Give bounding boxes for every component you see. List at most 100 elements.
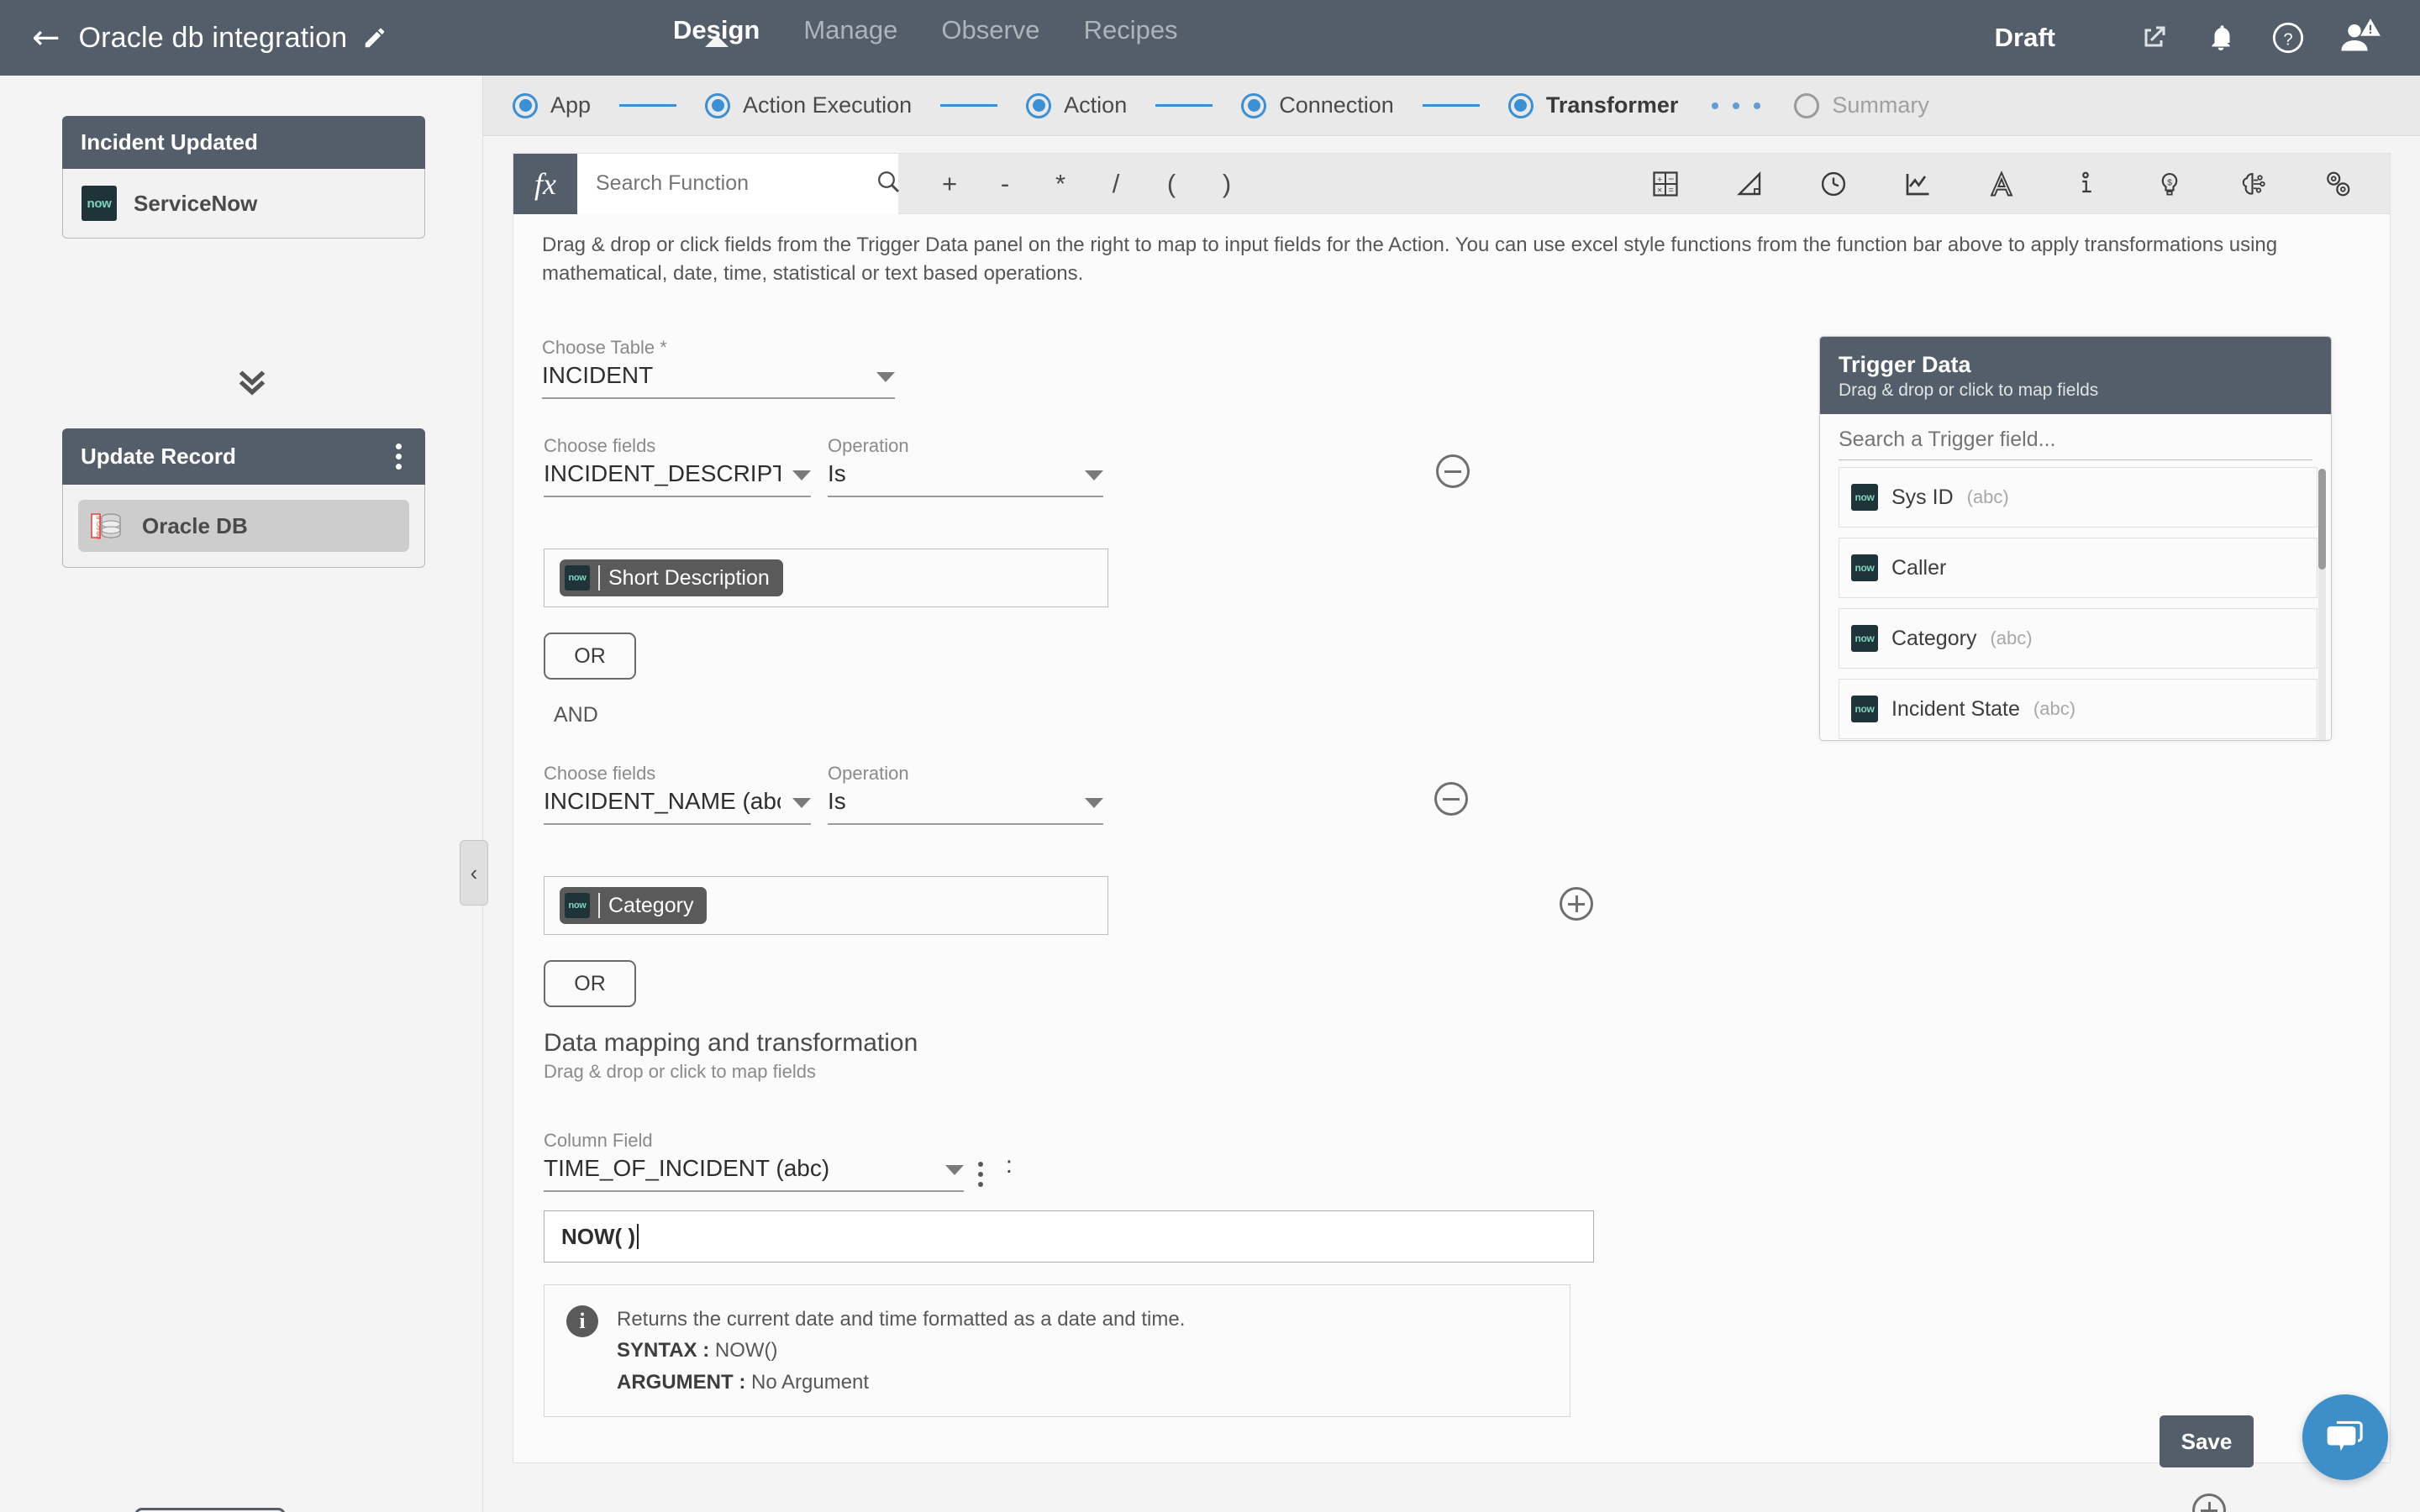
back-arrow-icon[interactable]: ← <box>32 21 60 55</box>
app-header: ← Oracle db integration Design Manage Ob… <box>0 0 2420 76</box>
tab-manage[interactable]: Manage <box>781 0 919 45</box>
servicenow-logo-icon: now <box>82 186 117 221</box>
warning-triangle-icon <box>2360 18 2381 36</box>
argument-label: ARGUMENT : <box>617 1370 746 1394</box>
condition-1-remove-button[interactable] <box>1436 454 1470 489</box>
step-label: Action <box>1064 92 1128 118</box>
argument-value: No Argument <box>751 1370 870 1394</box>
bell-icon[interactable] <box>2202 18 2240 57</box>
condition-1-field-value: INCIDENT_DESCRIPTI... <box>544 460 781 487</box>
flow-card-action[interactable]: Update Record ORACLE Oracle DB <box>62 428 425 568</box>
math-calculator-icon[interactable]: + − × = <box>1647 165 1684 202</box>
condition-1-value-dropzone[interactable]: now Short Description <box>544 549 1108 608</box>
svg-text:−: − <box>1668 172 1674 184</box>
workflow-stepper: App Action Execution Action Connection T… <box>483 76 2420 136</box>
search-function-input[interactable] <box>596 171 866 196</box>
fx-button[interactable]: fx <box>513 153 577 214</box>
condition-1-operation-select[interactable]: Is <box>828 460 1103 498</box>
flow-card-action-title: Update Record <box>81 444 236 469</box>
mapping-add-button[interactable] <box>2192 1494 2226 1512</box>
column-field-select[interactable]: TIME_OF_INCIDENT (abc) <box>544 1155 964 1193</box>
step-summary[interactable]: Summary <box>1794 92 1929 118</box>
svg-text:×: × <box>1657 185 1662 195</box>
trigger-panel-subtitle: Drag & drop or click to map fields <box>1839 381 2099 400</box>
operator-divide-button[interactable]: / <box>1088 169 1144 199</box>
data-mapping-subtitle: Drag & drop or click to map fields <box>544 1061 817 1083</box>
lightbulb-finance-icon[interactable]: $ <box>2151 165 2188 202</box>
user-avatar-icon[interactable] <box>2336 17 2386 59</box>
vertical-dots-icon[interactable] <box>978 1162 983 1188</box>
trigger-field-name: Incident State <box>1891 696 2020 721</box>
step-radio-empty-icon <box>1794 92 1820 118</box>
choose-table-select[interactable]: INCIDENT <box>542 362 895 400</box>
step-connector <box>619 104 677 107</box>
operator-plus-button[interactable]: + <box>922 169 977 199</box>
operator-minus-button[interactable]: - <box>977 169 1033 199</box>
trigonometry-triangle-icon[interactable] <box>1731 165 1768 202</box>
pencil-icon[interactable] <box>362 25 387 50</box>
svg-text:=: = <box>1669 185 1674 195</box>
condition-2-remove-button[interactable] <box>1434 782 1468 816</box>
syntax-label: SYNTAX : <box>617 1339 710 1362</box>
kebab-menu-icon[interactable] <box>391 442 407 471</box>
condition-1-or-button[interactable]: OR <box>544 633 636 680</box>
step-radio-filled-icon <box>1241 92 1267 118</box>
step-action-execution[interactable]: Action Execution <box>705 92 912 118</box>
save-button[interactable]: Save <box>2160 1415 2254 1467</box>
external-link-icon[interactable] <box>2134 18 2173 57</box>
condition-2-value-dropzone[interactable]: now Category <box>544 876 1108 936</box>
info-icon[interactable] <box>2067 165 2104 202</box>
operator-multiply-button[interactable]: * <box>1033 169 1088 199</box>
gears-settings-icon[interactable] <box>2319 165 2356 202</box>
trigger-field-item[interactable]: now Category (abc) <box>1839 608 2317 669</box>
tab-recipes[interactable]: Recipes <box>1062 0 1200 45</box>
operation-label: Operation <box>828 763 909 785</box>
condition-1-field-select[interactable]: INCIDENT_DESCRIPTI... <box>544 460 811 498</box>
condition-add-button[interactable] <box>1560 887 1593 921</box>
choose-table-value: INCIDENT <box>542 362 654 389</box>
operator-open-paren-button[interactable]: ( <box>1144 169 1199 199</box>
flow-card-trigger[interactable]: Incident Updated now ServiceNow <box>62 116 425 239</box>
operator-close-paren-button[interactable]: ) <box>1199 169 1255 199</box>
trigger-field-name: Sys ID <box>1891 485 1954 509</box>
flow-summary-button[interactable]: Flow Summary <box>134 1508 286 1512</box>
trigger-field-item[interactable]: now Sys ID (abc) <box>1839 467 2317 528</box>
function-category-icons: + − × = $ <box>1647 165 2390 202</box>
chevron-down-icon <box>792 798 811 809</box>
ai-brain-icon[interactable] <box>2235 165 2272 202</box>
step-transformer[interactable]: Transformer <box>1507 92 1678 118</box>
tab-design[interactable]: Design <box>651 0 781 45</box>
trigger-list-scrollbar[interactable] <box>2318 469 2326 740</box>
oracle-db-icon: ORACLE <box>88 507 125 544</box>
trigger-search-input[interactable] <box>1839 428 2312 460</box>
action-app-row[interactable]: ORACLE Oracle DB <box>78 500 409 552</box>
statistics-chart-icon[interactable] <box>1899 165 1936 202</box>
condition-2-field-select[interactable]: INCIDENT_NAME (abc) <box>544 788 811 826</box>
data-mapping-header: Data mapping and transformation Drag & d… <box>544 1029 918 1083</box>
trigger-app-row[interactable]: now ServiceNow <box>82 186 406 221</box>
step-action[interactable]: Action <box>1026 92 1127 118</box>
step-app[interactable]: App <box>513 92 591 118</box>
condition-2-field-select-wrap: Choose fields INCIDENT_NAME (abc) <box>544 763 811 826</box>
trigger-field-item[interactable]: now Caller <box>1839 538 2317 598</box>
trigger-field-name: Caller <box>1891 555 1947 580</box>
trigger-field-item[interactable]: now Incident State (abc) <box>1839 679 2317 739</box>
condition-2-operation-select[interactable]: Is <box>828 788 1103 826</box>
sidebar-collapse-handle[interactable]: ‹ <box>460 840 488 906</box>
condition-joiner-and[interactable]: AND <box>554 703 598 727</box>
servicenow-logo-icon: now <box>1851 554 1878 581</box>
tab-observe[interactable]: Observe <box>919 0 1061 45</box>
help-circle-icon[interactable]: ? <box>2269 18 2307 57</box>
condition-1-value-chip[interactable]: now Short Description <box>560 559 783 597</box>
condition-2-value-chip[interactable]: now Category <box>560 887 708 925</box>
date-time-clock-icon[interactable] <box>1815 165 1852 202</box>
double-chevron-down-icon[interactable] <box>233 361 271 404</box>
step-connection[interactable]: Connection <box>1241 92 1394 118</box>
chat-bubble-icon[interactable] <box>2302 1394 2388 1480</box>
condition-2-or-button[interactable]: OR <box>544 960 636 1008</box>
text-letter-a-icon[interactable] <box>1983 165 2020 202</box>
operator-buttons: + - * / ( ) <box>898 169 1255 199</box>
mapping-colon: : <box>1006 1152 1013 1179</box>
operation-label: Operation <box>828 435 909 457</box>
formula-input[interactable]: NOW( ) <box>544 1210 1594 1263</box>
